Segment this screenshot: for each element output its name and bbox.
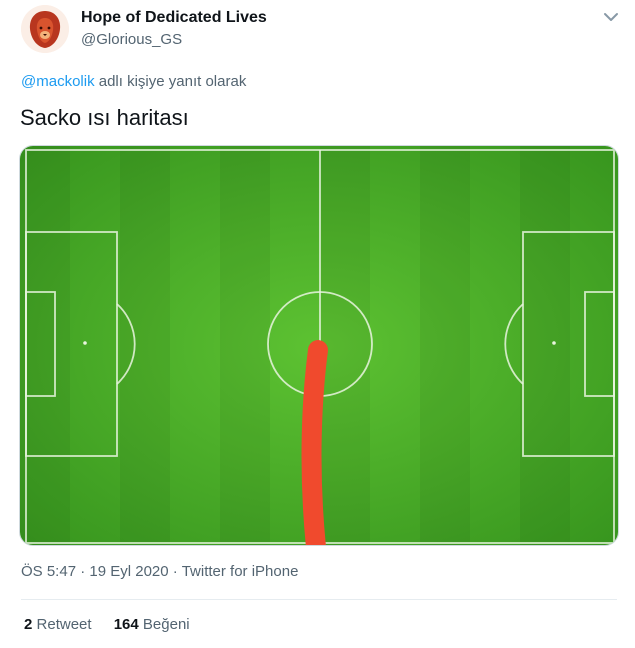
tweet-text: Sacko ısı haritası xyxy=(20,105,189,130)
heatmap-trail xyxy=(301,340,328,545)
like-label: Beğeni xyxy=(142,616,190,633)
likes-stat[interactable]: 164 Beğeni xyxy=(114,616,190,633)
author-display-name[interactable]: Hope of Dedicated Lives xyxy=(81,9,267,27)
retweet-label: Retweet xyxy=(36,616,92,633)
meta-separator: · xyxy=(76,563,90,580)
divider xyxy=(21,599,617,600)
reply-context-label: adlı kişiye yanıt olarak xyxy=(94,73,247,90)
reply-context: @mackolik adlı kişiye yanıt olarak xyxy=(21,73,246,90)
retweet-count: 2 xyxy=(24,616,33,633)
tweet-time[interactable]: ÖS 5:47 xyxy=(21,563,76,580)
retweets-stat[interactable]: 2 Retweet xyxy=(24,616,92,633)
tweet-date[interactable]: 19 Eyl 2020 xyxy=(89,563,168,580)
tweet-source[interactable]: Twitter for iPhone xyxy=(182,563,299,580)
like-count: 164 xyxy=(113,616,139,633)
tweet-stats: 2 Retweet 164 Beğeni xyxy=(24,616,208,633)
reply-mention-link[interactable]: @mackolik xyxy=(21,73,95,90)
chevron-down-icon xyxy=(604,13,618,21)
avatar[interactable] xyxy=(21,5,69,53)
tweet-media-image[interactable] xyxy=(19,145,619,546)
author-handle[interactable]: @Glorious_GS xyxy=(81,31,182,48)
meta-separator-2: · xyxy=(168,563,182,580)
tweet-menu-button[interactable] xyxy=(602,10,620,24)
lion-icon xyxy=(21,5,69,53)
football-pitch-heatmap xyxy=(20,146,618,545)
tweet-meta: ÖS 5:47 · 19 Eyl 2020 · Twitter for iPho… xyxy=(21,563,298,580)
